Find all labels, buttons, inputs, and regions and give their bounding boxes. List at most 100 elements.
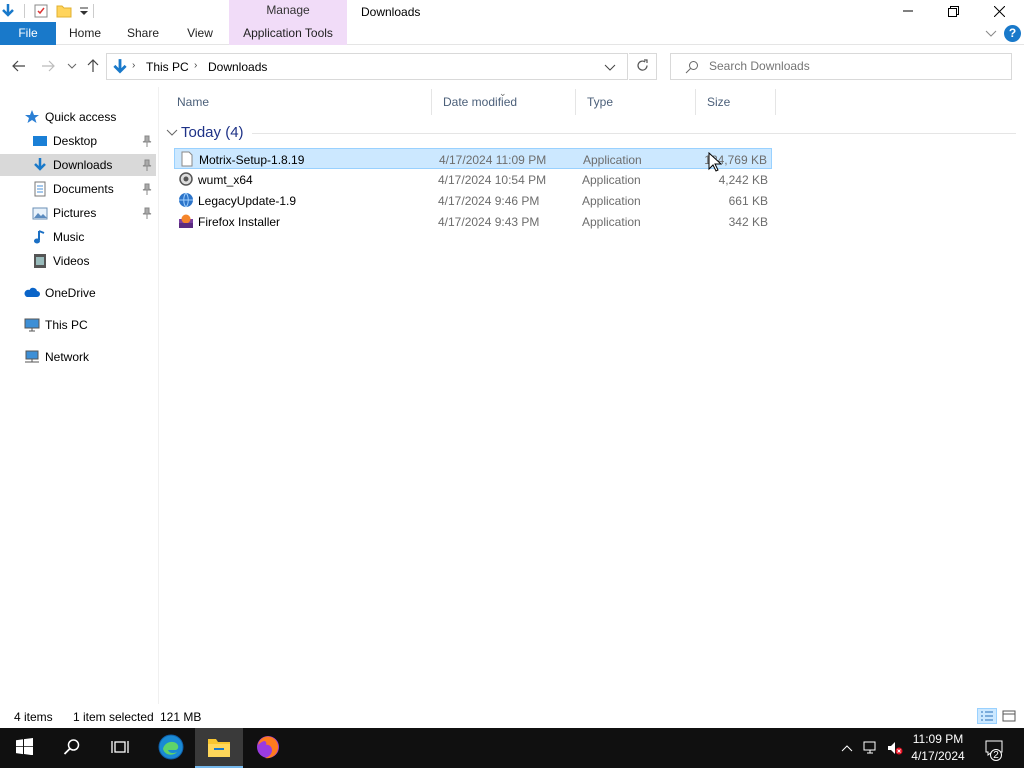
properties-icon[interactable] <box>33 3 49 19</box>
large-icons-view-button[interactable] <box>999 708 1019 724</box>
taskbar-search-button[interactable] <box>48 728 96 768</box>
taskbar-file-explorer-button[interactable] <box>195 728 243 768</box>
table-row[interactable]: LegacyUpdate-1.9 4/17/2024 9:46 PM Appli… <box>174 190 772 211</box>
status-selected-size: 121 MB <box>160 710 202 724</box>
computer-icon <box>24 317 40 333</box>
blank-file-icon <box>179 151 195 167</box>
clock-time[interactable]: 11:09 PM <box>908 732 968 746</box>
navigation-pane: Quick access Desktop Downloads Documents… <box>0 104 158 704</box>
music-icon <box>32 229 48 245</box>
task-view-icon <box>111 739 129 758</box>
start-button[interactable] <box>0 728 48 768</box>
search-box[interactable] <box>670 53 1012 80</box>
start-icon <box>15 738 33 758</box>
pin-icon[interactable] <box>142 183 152 195</box>
chevron-right-icon[interactable]: › <box>132 60 135 71</box>
chevron-down-icon[interactable] <box>604 61 616 75</box>
group-header[interactable]: Today (4) <box>166 124 1016 142</box>
chevron-right-icon[interactable]: › <box>194 60 197 71</box>
expand-ribbon-icon[interactable] <box>984 27 998 39</box>
column-name[interactable]: Name <box>166 89 432 115</box>
nav-item-this-pc[interactable]: This PC <box>0 314 156 336</box>
pin-icon[interactable] <box>142 159 152 171</box>
file-type: Application <box>582 173 641 187</box>
nav-item-label: This PC <box>45 318 88 332</box>
pin-icon[interactable] <box>142 207 152 219</box>
search-icon <box>63 738 81 759</box>
nav-item-onedrive[interactable]: OneDrive <box>0 282 156 304</box>
tab-home[interactable]: Home <box>62 22 108 45</box>
help-icon[interactable]: ? <box>1004 25 1021 42</box>
nav-item-pictures[interactable]: Pictures <box>0 202 156 224</box>
table-row[interactable]: Firefox Installer 4/17/2024 9:43 PM Appl… <box>174 211 772 232</box>
globe-update-icon <box>178 192 194 208</box>
file-date: 4/17/2024 9:43 PM <box>438 215 540 229</box>
up-arrow-icon[interactable] <box>85 58 101 74</box>
taskbar-edge-button[interactable] <box>147 728 195 768</box>
nav-item-videos[interactable]: Videos <box>0 250 156 272</box>
minimize-button[interactable] <box>885 0 931 22</box>
show-hidden-icons-icon[interactable] <box>839 740 855 756</box>
installer-icon <box>178 213 194 229</box>
pin-icon[interactable] <box>142 135 152 147</box>
nav-item-label: Downloads <box>53 158 113 172</box>
ribbon-tabs: File Home Share View Application Tools ? <box>0 22 1024 45</box>
nav-item-label: Music <box>53 230 85 244</box>
nav-item-label: Network <box>45 350 90 364</box>
breadcrumb-this-pc[interactable]: This PC <box>146 60 189 74</box>
refresh-button[interactable] <box>629 53 657 80</box>
close-button[interactable] <box>976 0 1022 22</box>
pane-divider[interactable] <box>158 87 159 704</box>
status-bar: 4 items 1 item selected 121 MB <box>0 704 1024 728</box>
nav-item-label: Pictures <box>53 206 97 220</box>
search-input[interactable] <box>709 59 999 73</box>
nav-item-documents[interactable]: Documents <box>0 178 156 200</box>
nav-item-quick-access[interactable]: Quick access <box>0 106 156 128</box>
network-status-icon[interactable] <box>863 740 879 756</box>
back-arrow-icon[interactable] <box>11 58 27 74</box>
nav-item-desktop[interactable]: Desktop <box>0 130 156 152</box>
tab-share[interactable]: Share <box>120 22 166 45</box>
table-row[interactable]: Motrix-Setup-1.8.19 4/17/2024 11:09 PM A… <box>174 148 772 169</box>
sort-caret-icon: ⌄ <box>499 88 507 98</box>
qat-separator <box>93 4 94 18</box>
breadcrumb-downloads[interactable]: Downloads <box>208 60 267 74</box>
download-arrow-icon[interactable] <box>0 3 16 19</box>
star-icon <box>24 109 40 125</box>
details-view-button[interactable] <box>977 708 997 724</box>
network-icon <box>24 349 40 365</box>
chevron-down-icon[interactable] <box>166 127 178 141</box>
taskbar-firefox-button[interactable] <box>244 728 292 768</box>
task-view-button[interactable] <box>96 728 144 768</box>
column-type[interactable]: Type <box>576 89 696 115</box>
tab-view[interactable]: View <box>178 22 222 45</box>
nav-item-label: Videos <box>53 254 90 268</box>
title-bar: Manage Downloads <box>0 0 1024 44</box>
nav-item-music[interactable]: Music <box>0 226 156 248</box>
column-size[interactable]: Size <box>696 89 776 115</box>
refresh-icon <box>636 58 649 75</box>
nav-item-downloads[interactable]: Downloads <box>0 154 156 176</box>
restore-button[interactable] <box>930 0 976 22</box>
new-folder-icon[interactable] <box>56 3 72 19</box>
group-divider <box>252 133 1016 134</box>
file-date: 4/17/2024 9:46 PM <box>438 194 540 208</box>
volume-muted-icon[interactable] <box>887 740 903 756</box>
taskbar: 11:09 PM 4/17/2024 2 <box>0 728 1024 768</box>
clock-date[interactable]: 4/17/2024 <box>906 749 970 763</box>
forward-arrow-icon[interactable] <box>40 58 56 74</box>
recent-locations-icon[interactable] <box>64 58 80 74</box>
table-row[interactable]: wumt_x64 4/17/2024 10:54 PM Application … <box>174 169 772 190</box>
address-bar[interactable]: › This PC › Downloads <box>106 53 628 80</box>
tab-application-tools[interactable]: Application Tools <box>229 22 347 45</box>
pictures-icon <box>32 205 48 221</box>
file-size: 4,242 KB <box>718 173 768 187</box>
tab-file[interactable]: File <box>0 22 56 45</box>
file-name: Firefox Installer <box>198 215 281 229</box>
customize-qat-icon[interactable] <box>76 3 92 19</box>
documents-icon <box>32 181 48 197</box>
nav-item-network[interactable]: Network <box>0 346 156 368</box>
file-name: wumt_x64 <box>198 173 253 187</box>
download-arrow-icon <box>32 157 48 173</box>
firefox-icon <box>255 734 281 763</box>
